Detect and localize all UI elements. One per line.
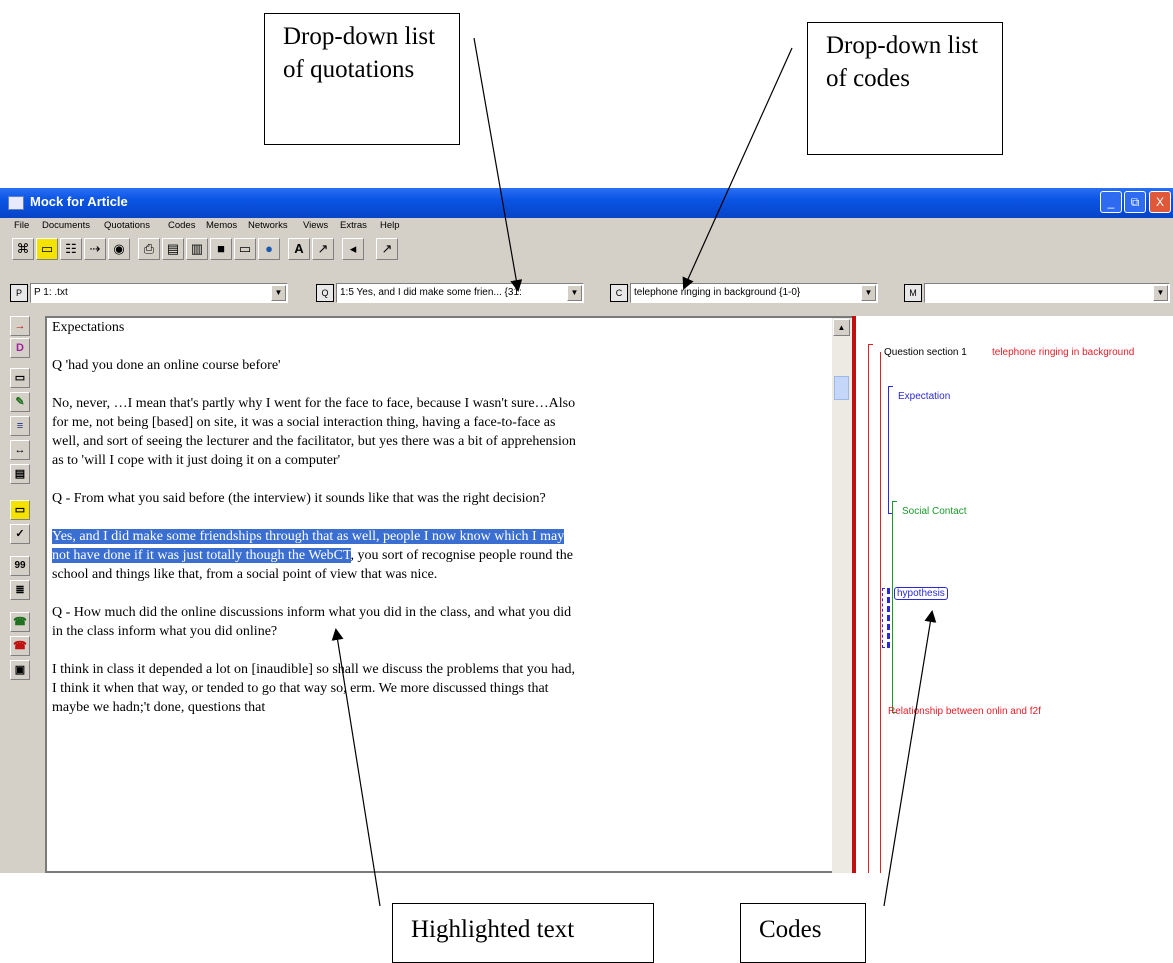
arrow-codes-margin xyxy=(883,610,937,907)
arrow-codes xyxy=(682,47,793,290)
arrow-highlighted xyxy=(331,628,381,907)
annotation-arrows xyxy=(331,37,937,907)
arrow-quotations xyxy=(473,37,523,292)
